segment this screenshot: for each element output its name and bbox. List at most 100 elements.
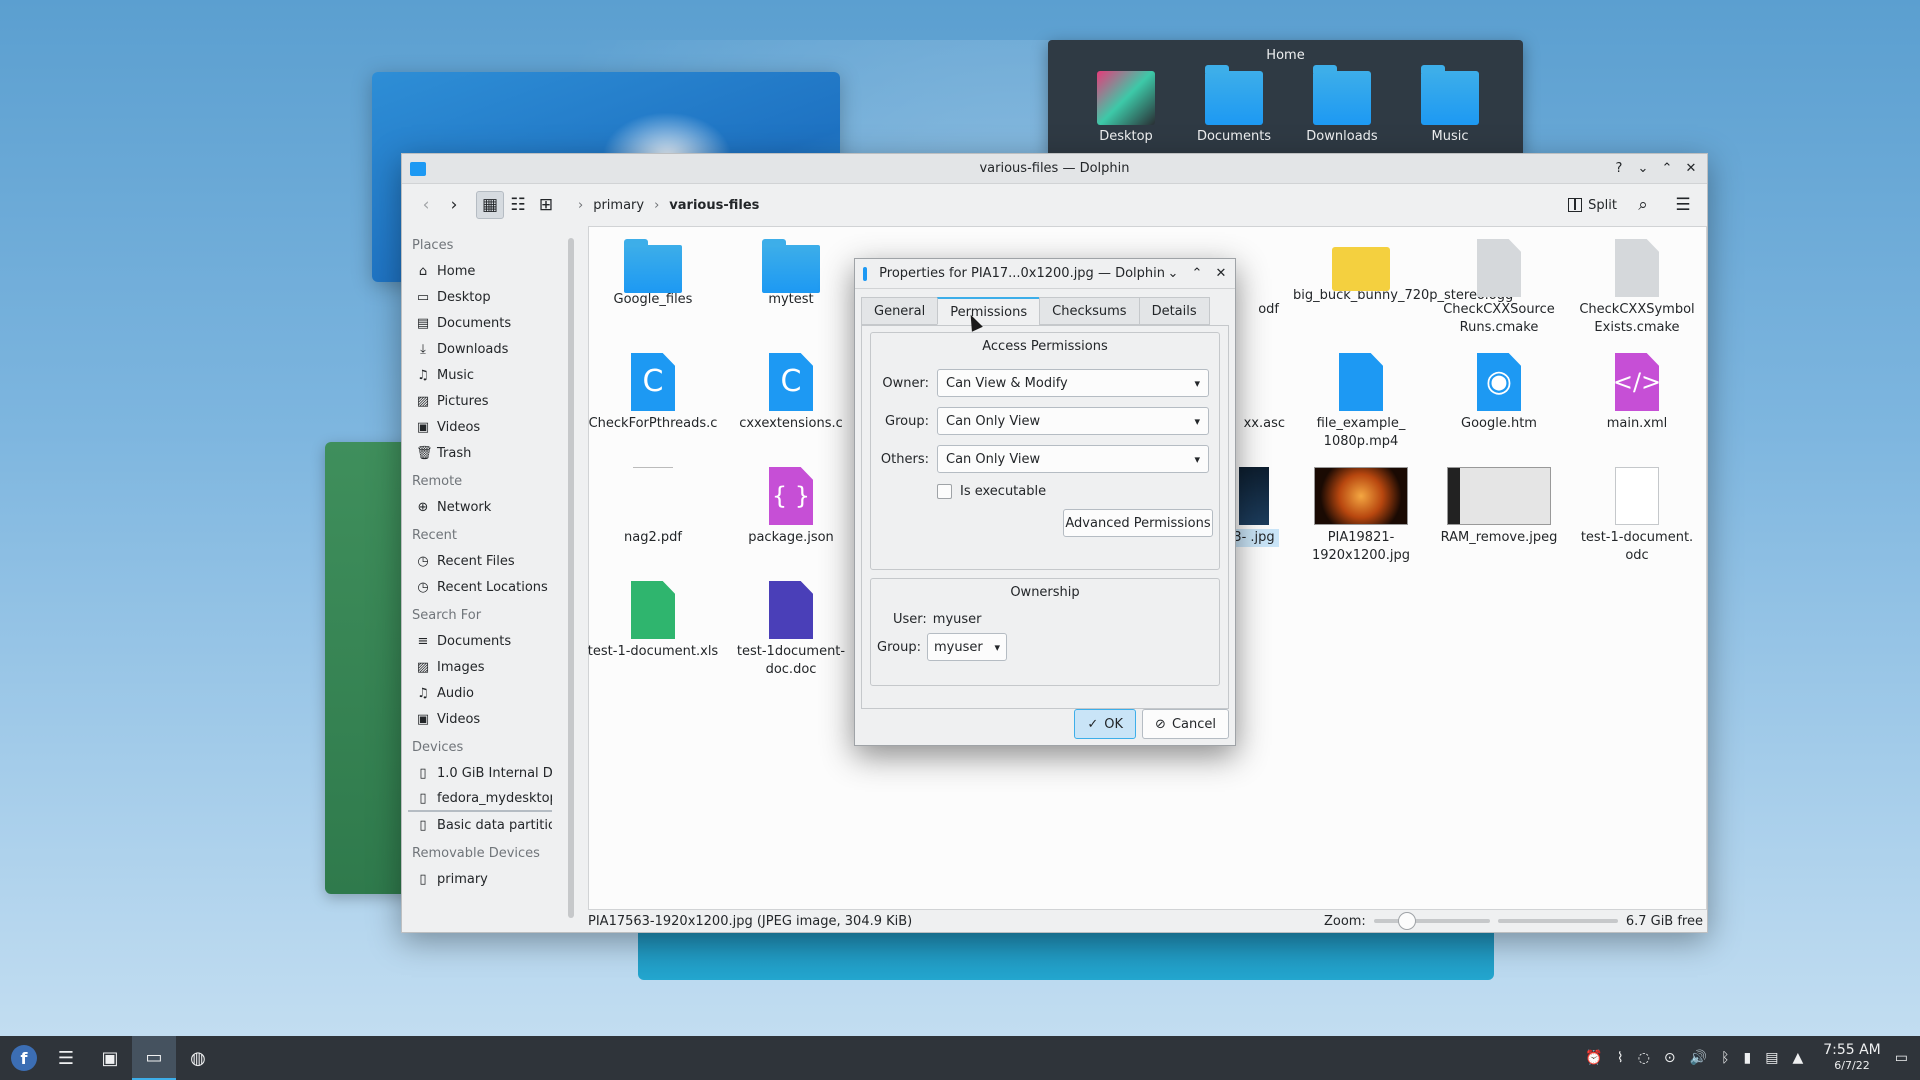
battery-icon[interactable]: ▮ (1743, 1050, 1751, 1066)
sidebar-item-search-documents[interactable]: ≡ Documents (408, 628, 552, 654)
desktop-folder-icon (1097, 71, 1155, 125)
file-item[interactable]: C CheckForPthreads.c (585, 353, 721, 433)
sidebar-item-documents[interactable]: ▤ Documents (408, 310, 552, 336)
popup-item-music[interactable]: Music (1396, 65, 1504, 144)
zoom-slider[interactable] (1373, 912, 1490, 930)
sidebar-item-recent-locations[interactable]: ◷ Recent Locations (408, 574, 552, 600)
group-permission-select[interactable]: Can Only View ▾ (937, 407, 1209, 435)
is-executable-checkbox[interactable] (937, 484, 952, 499)
details-view-icon[interactable]: ⊞ (532, 191, 560, 219)
file-item[interactable]: CheckCXXSource Runs.cmake (1431, 239, 1567, 337)
file-item[interactable]: ◉ Google.htm (1431, 353, 1567, 433)
tray-expand-icon[interactable]: ▲ (1792, 1050, 1803, 1066)
access-permissions-group: Access Permissions Owner: Can View & Mod… (870, 332, 1220, 570)
zoom-slider-handle[interactable] (1397, 912, 1416, 930)
back-icon[interactable]: ‹ (412, 191, 440, 219)
sidebar-item-internal-drive[interactable]: ▯1.0 GiB Internal D... (408, 760, 552, 786)
popup-item-desktop[interactable]: Desktop (1072, 71, 1180, 144)
video-file-icon (1332, 247, 1390, 291)
sidebar-scrollbar[interactable] (568, 238, 574, 918)
tab-checksums[interactable]: Checksums (1039, 297, 1140, 325)
sidebar-item-home[interactable]: ⌂ Home (408, 258, 552, 284)
close-icon[interactable]: ✕ (1213, 266, 1229, 282)
others-permission-select[interactable]: Can Only View ▾ (937, 445, 1209, 473)
icons-view-icon[interactable]: ▦ (476, 191, 504, 219)
application-launcher[interactable]: f (4, 1038, 44, 1078)
dialog-titlebar[interactable]: Properties for PIA17...0x1200.jpg — Dolp… (855, 259, 1235, 289)
file-item[interactable]: test-1-document. odc (1569, 467, 1705, 565)
toolbar: ‹ › ▦ ☷ ⊞ › primary › various-files Spli… (402, 184, 1707, 226)
tab-details[interactable]: Details (1138, 297, 1210, 325)
advanced-permissions-button[interactable]: Advanced Permissions (1063, 509, 1213, 537)
minimize-icon[interactable]: ⌄ (1165, 266, 1181, 282)
file-item[interactable]: test-1document- doc.doc (723, 581, 859, 679)
compact-view-icon[interactable]: ☷ (504, 191, 532, 219)
forward-icon[interactable]: › (440, 191, 468, 219)
split-button[interactable]: Split (1568, 198, 1617, 213)
file-item[interactable]: { } package.json (723, 467, 859, 547)
file-item[interactable]: Google_files (585, 239, 721, 309)
window-titlebar[interactable]: various-files — Dolphin ? ⌄ ⌃ ✕ (402, 154, 1707, 184)
show-desktop-icon[interactable]: ▭ (1895, 1050, 1908, 1066)
sidebar-item-recent-files[interactable]: ◷ Recent Files (408, 548, 552, 574)
system-settings-icon[interactable]: ☰ (44, 1036, 88, 1080)
sidebar-item-trash[interactable]: 🗑 Trash (408, 440, 552, 466)
sidebar-item-desktop[interactable]: ▭ Desktop (408, 284, 552, 310)
file-item[interactable]: file_example_ 1080p.mp4 (1293, 353, 1429, 451)
minimize-icon[interactable]: ⌄ (1635, 161, 1651, 177)
popup-item-downloads[interactable]: Downloads (1288, 65, 1396, 144)
file-item[interactable]: nag2.pdf (585, 467, 721, 547)
file-item[interactable]: PIA19821- 1920x1200.jpg (1293, 467, 1429, 565)
update-icon[interactable]: ⊙ (1664, 1050, 1676, 1066)
firefox-icon[interactable]: ◍ (176, 1036, 220, 1080)
file-item[interactable]: RAM_remove.jpeg (1431, 467, 1567, 547)
popup-item-documents[interactable]: Documents (1180, 65, 1288, 144)
hamburger-menu-icon[interactable]: ☰ (1669, 191, 1697, 219)
pdf-file-icon (633, 467, 673, 525)
sidebar-item-search-images[interactable]: ▨ Images (408, 654, 552, 680)
clock[interactable]: 7:55 AM 6/7/22 (1823, 1043, 1881, 1073)
section-removable-devices: Removable Devices (412, 846, 540, 861)
word-document-icon (769, 581, 813, 639)
tab-permissions[interactable]: Permissions (937, 297, 1041, 325)
sidebar-item-search-audio[interactable]: ♫ Audio (408, 680, 552, 706)
sidebar-item-fedora-mydesktop[interactable]: ▯ fedora_mydesktop (408, 786, 552, 812)
network-icon[interactable]: ▤ (1765, 1050, 1778, 1066)
search-icon[interactable]: ⌕ (1629, 191, 1657, 219)
dolphin-taskbar-icon[interactable]: ▭ (132, 1036, 176, 1080)
cancel-button[interactable]: ⊘ Cancel (1142, 709, 1229, 739)
owner-permission-select[interactable]: Can View & Modify ▾ (937, 369, 1209, 397)
ownership-group-select[interactable]: myuser ▾ (926, 633, 1007, 661)
sidebar-item-videos[interactable]: ▣ Videos (408, 414, 552, 440)
sidebar-item-network[interactable]: ⊕ Network (408, 494, 552, 520)
file-item[interactable]: </> main.xml (1569, 353, 1705, 433)
sidebar-item-music[interactable]: ♫ Music (408, 362, 552, 388)
file-item[interactable]: mytest (723, 239, 859, 309)
file-item[interactable]: big_buck_bunny_720p_stereo.ogg (1293, 239, 1513, 305)
sidebar-item-basic-data-partition[interactable]: ▯ Basic data partition (408, 812, 552, 838)
maximize-icon[interactable]: ⌃ (1659, 161, 1675, 177)
kde-connect-icon[interactable]: ◌ (1638, 1050, 1650, 1066)
file-item[interactable]: CheckCXXSymbol Exists.cmake (1569, 239, 1705, 337)
sidebar-item-pictures[interactable]: ▨ Pictures (408, 388, 552, 414)
bluetooth-icon[interactable]: ᛒ (1721, 1050, 1729, 1066)
close-icon[interactable]: ✕ (1683, 161, 1699, 177)
maximize-icon[interactable]: ⌃ (1189, 266, 1205, 282)
ok-button[interactable]: ✓ OK (1074, 709, 1137, 739)
sidebar-item-primary[interactable]: ▯ primary (408, 866, 552, 892)
sidebar-item-search-videos[interactable]: ▣ Videos (408, 706, 552, 732)
videos-icon: ▣ (416, 419, 430, 435)
help-icon[interactable]: ? (1611, 161, 1627, 177)
file-item[interactable]: C cxxextensions.c (723, 353, 859, 433)
tab-general[interactable]: General (861, 297, 939, 325)
breadcrumb-primary[interactable]: primary (593, 198, 644, 213)
rss-icon[interactable]: ⌇ (1617, 1050, 1624, 1066)
volume-icon[interactable]: 🔊 (1690, 1050, 1707, 1066)
sidebar-item-downloads[interactable]: ⤓ Downloads (408, 336, 552, 362)
file-item[interactable]: test-1-document.xls (585, 581, 721, 661)
discover-icon[interactable]: ▣ (88, 1036, 132, 1080)
file-item[interactable]: 3- .jpg (1229, 467, 1279, 547)
properties-dialog: Properties for PIA17...0x1200.jpg — Dolp… (854, 258, 1236, 746)
notifications-icon[interactable]: ⏰ (1585, 1050, 1602, 1066)
breadcrumb-various-files[interactable]: various-files (669, 198, 759, 213)
